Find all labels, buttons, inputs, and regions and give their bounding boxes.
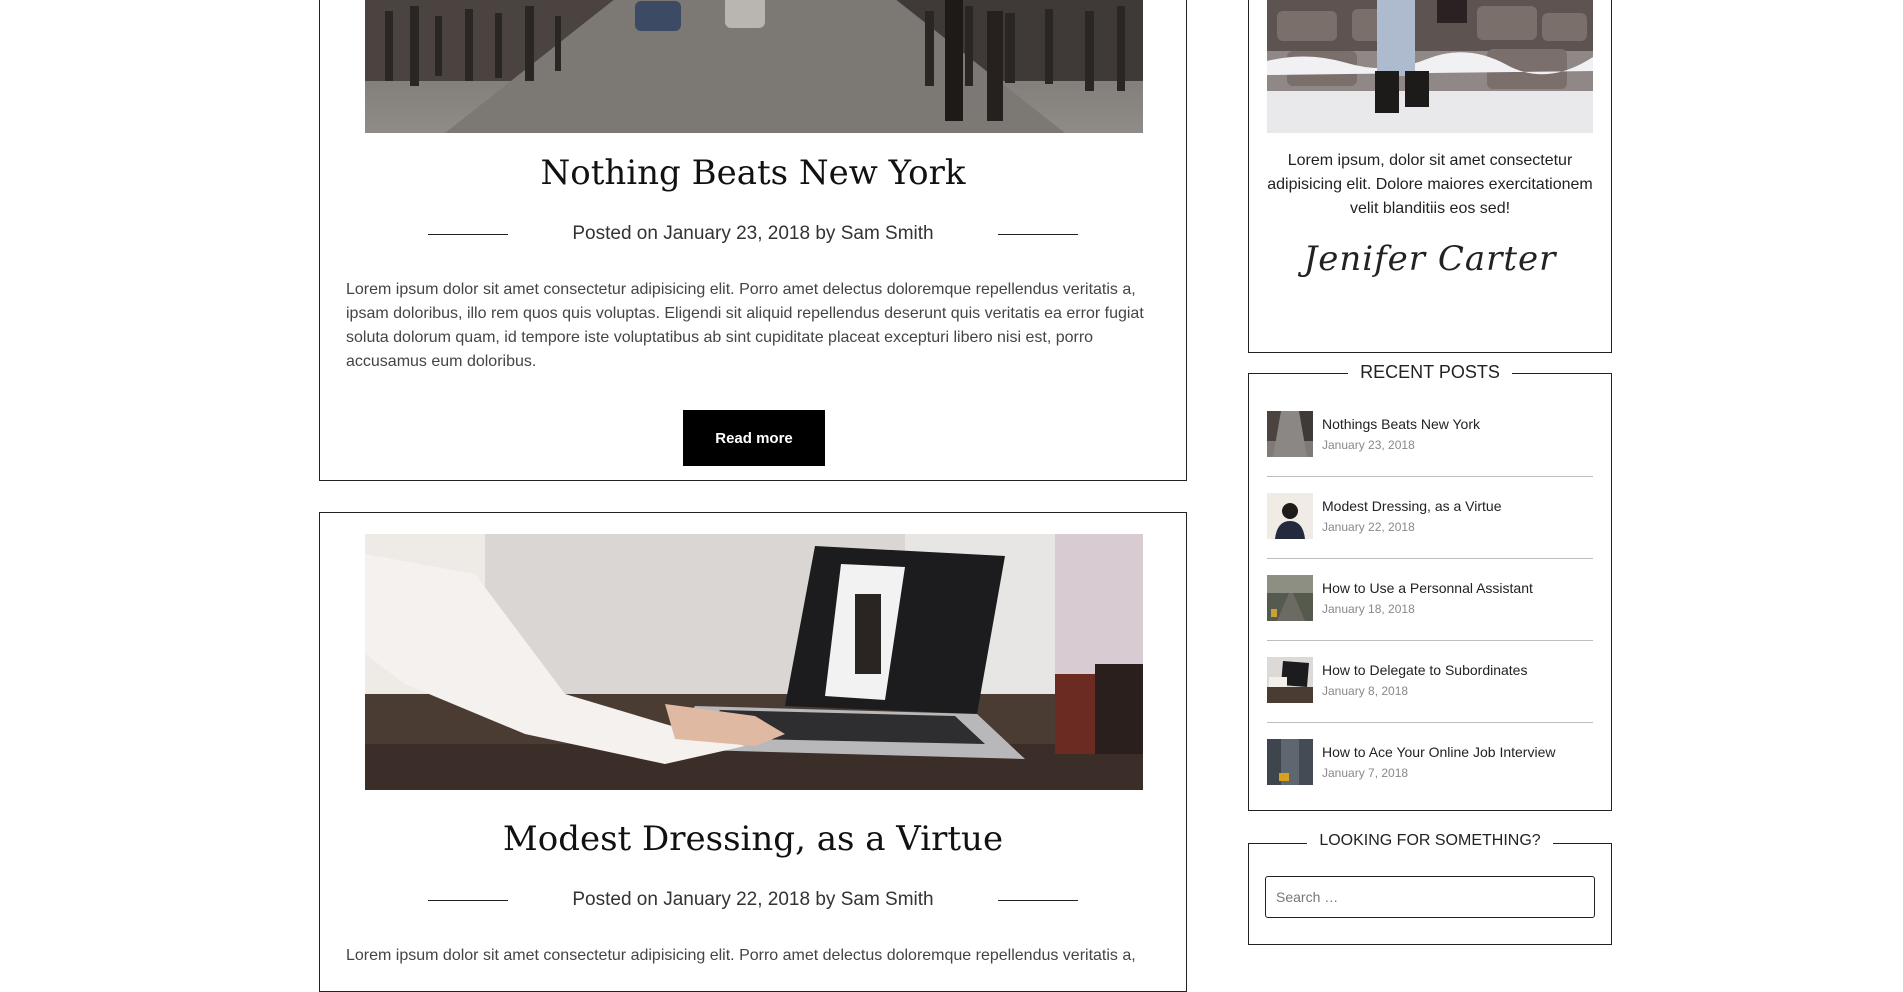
recent-post-item[interactable]: Modest Dressing, as a Virtue January 22,…	[1267, 477, 1593, 559]
about-text: Lorem ipsum, dolor sit amet consectetur …	[1267, 152, 1593, 217]
search-title: LOOKING FOR SOMETHING?	[1307, 832, 1553, 849]
recent-posts-title: RECENT POSTS	[1348, 362, 1512, 382]
recent-post-date: January 22, 2018	[1322, 520, 1415, 534]
post-excerpt: Lorem ipsum dolor sit amet consectetur a…	[346, 281, 1144, 370]
signature: Jenifer Carter	[1303, 239, 1557, 279]
post-1-image[interactable]	[365, 0, 1143, 133]
recent-post-thumb[interactable]	[1267, 657, 1313, 703]
meta-prefix: Posted on	[572, 889, 658, 910]
post-author[interactable]: Sam Smith	[841, 889, 934, 911]
post-date[interactable]: January 23, 2018	[663, 223, 810, 245]
meta-prefix: Posted on	[572, 223, 658, 244]
meta-divider-right	[998, 234, 1078, 235]
recent-post-item[interactable]: How to Ace Your Online Job Interview Jan…	[1267, 723, 1593, 805]
search-heading: LOOKING FOR SOMETHING?	[1249, 832, 1611, 850]
post-author[interactable]: Sam Smith	[841, 223, 934, 245]
post-card-2: Modest Dressing, as a Virtue Posted on J…	[319, 512, 1187, 992]
meta-by: by	[815, 223, 836, 244]
street-photo	[365, 0, 1143, 133]
search-widget: LOOKING FOR SOMETHING?	[1248, 832, 1612, 945]
recent-post-title[interactable]: How to Ace Your Online Job Interview	[1322, 744, 1555, 760]
search-input[interactable]	[1265, 876, 1595, 918]
recent-post-title[interactable]: Nothings Beats New York	[1322, 416, 1480, 432]
meta-divider-left	[428, 234, 508, 235]
post-card-1: Nothing Beats New York Posted on January…	[319, 0, 1187, 481]
recent-post-date: January 7, 2018	[1322, 766, 1409, 780]
post-title[interactable]: Modest Dressing, as a Virtue	[320, 819, 1186, 859]
about-image	[1267, 0, 1593, 133]
recent-post-title[interactable]: How to Use a Personnal Assistant	[1322, 580, 1533, 596]
laptop-photo	[365, 534, 1143, 790]
post-meta: Posted on January 23, 2018 by Sam Smith	[320, 221, 1186, 247]
read-more-button[interactable]: Read more	[683, 410, 825, 466]
snow-photo	[1267, 0, 1593, 133]
post-date[interactable]: January 22, 2018	[663, 889, 810, 911]
recent-post-item[interactable]: How to Use a Personnal Assistant January…	[1267, 559, 1593, 641]
recent-post-date: January 23, 2018	[1322, 438, 1415, 452]
recent-post-item[interactable]: Nothings Beats New York January 23, 2018	[1267, 395, 1593, 477]
post-2-image[interactable]	[365, 534, 1143, 790]
recent-post-title[interactable]: Modest Dressing, as a Virtue	[1322, 498, 1502, 514]
recent-post-title[interactable]: How to Delegate to Subordinates	[1322, 662, 1527, 678]
about-widget: Lorem ipsum, dolor sit amet consectetur …	[1248, 0, 1612, 353]
recent-post-thumb[interactable]	[1267, 411, 1313, 457]
recent-posts-heading: RECENT POSTS	[1249, 362, 1611, 383]
meta-divider-left	[428, 900, 508, 901]
post-excerpt: Lorem ipsum dolor sit amet consectetur a…	[346, 947, 1136, 964]
recent-posts-widget: RECENT POSTS Nothings Beats New York Jan…	[1248, 362, 1612, 811]
recent-post-date: January 18, 2018	[1322, 602, 1415, 616]
post-meta: Posted on January 22, 2018 by Sam Smith	[320, 887, 1186, 913]
recent-post-date: January 8, 2018	[1322, 684, 1409, 698]
recent-post-thumb[interactable]	[1267, 493, 1313, 539]
recent-post-thumb[interactable]	[1267, 575, 1313, 621]
recent-post-item[interactable]: How to Delegate to Subordinates January …	[1267, 641, 1593, 723]
meta-by: by	[815, 889, 836, 910]
meta-divider-right	[998, 900, 1078, 901]
post-title[interactable]: Nothing Beats New York	[320, 153, 1186, 193]
recent-post-thumb[interactable]	[1267, 739, 1313, 785]
